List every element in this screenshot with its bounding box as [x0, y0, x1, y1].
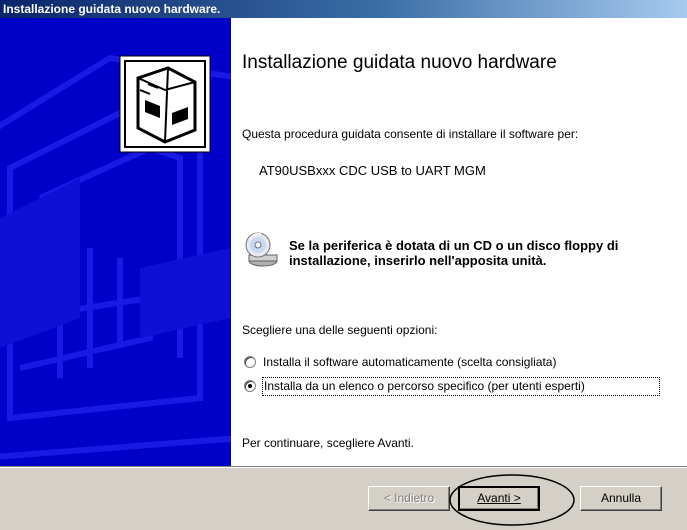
button-separator	[0, 466, 687, 468]
radio-auto[interactable]	[244, 356, 256, 368]
radio-manual[interactable]	[244, 380, 256, 392]
side-banner	[0, 18, 231, 466]
banner-artwork	[0, 54, 231, 460]
option-auto-label[interactable]: Installa il software automaticamente (sc…	[263, 355, 556, 369]
device-name: AT90USBxxx CDC USB to UART MGM	[259, 163, 486, 178]
option-manual-label[interactable]: Installa da un elenco o percorso specifi…	[264, 379, 585, 393]
window-title[interactable]: Installazione guidata nuovo hardware.	[0, 0, 687, 18]
back-button[interactable]: < Indietro	[368, 486, 450, 511]
wizard-content: Installazione guidata nuovo hardware Que…	[231, 18, 687, 466]
intro-text: Questa procedura guidata consente di ins…	[242, 127, 579, 141]
radio-selected-dot	[248, 384, 252, 388]
cd-notice: Se la periferica è dotata di un CD o un …	[289, 238, 619, 268]
wizard-window: Installazione guidata nuovo hardware. In…	[0, 0, 687, 530]
continue-text: Per continuare, scegliere Avanti.	[242, 436, 414, 450]
cd-icon	[245, 232, 278, 267]
highlight-ellipse	[449, 474, 575, 526]
page-title: Installazione guidata nuovo hardware	[242, 52, 557, 73]
cancel-button[interactable]: Annulla	[580, 486, 662, 511]
hardware-icon	[119, 55, 211, 153]
choose-prompt: Scegliere una delle seguenti opzioni:	[242, 323, 438, 337]
